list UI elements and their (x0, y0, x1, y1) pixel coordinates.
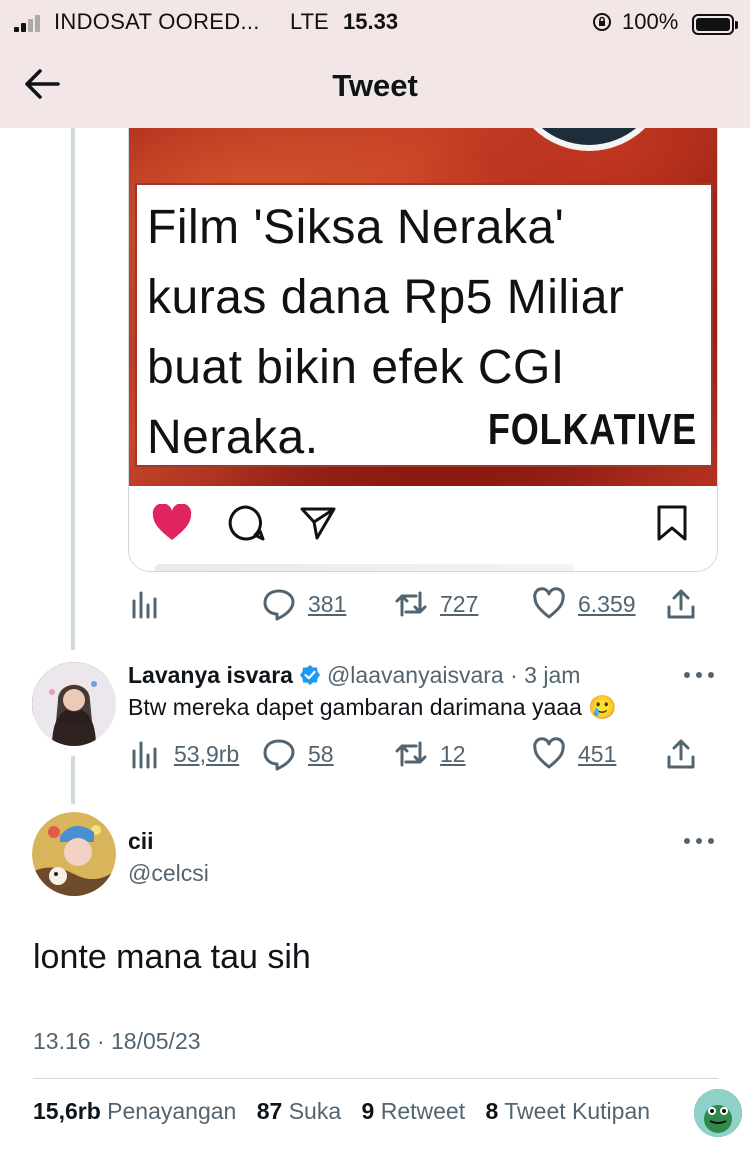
reply-icon (263, 739, 295, 771)
share-button[interactable] (664, 584, 698, 624)
share-send-icon (300, 507, 336, 540)
battery-icon (692, 14, 738, 35)
retweet-icon (395, 591, 427, 617)
share-icon (667, 589, 695, 619)
reply-tweet-actions: 53,9rb 58 12 451 (128, 734, 708, 774)
frog-avatar-icon (694, 1089, 742, 1137)
rotation-lock-icon (593, 13, 611, 31)
divider (33, 1078, 718, 1079)
image-instagram-actions (129, 486, 717, 571)
tweet-stats: 15,6rb Penayangan 87 Suka 9 Retweet 8 Tw… (33, 1098, 650, 1125)
reply-handle-time: @laavanyaisvara · 3 jam (326, 662, 581, 688)
carrier-name: INDOSAT OORED... (54, 9, 260, 34)
status-bar: INDOSAT OORED... LTE 15.33 100% (0, 6, 750, 38)
quotes-stat[interactable]: 8 Tweet Kutipan (486, 1098, 651, 1124)
floating-avatar-button[interactable] (694, 1089, 742, 1137)
share-icon (667, 739, 695, 769)
parent-tweet-actions: 381 727 6.359 (128, 584, 708, 624)
reply-count: 381 (308, 590, 347, 617)
more-options-icon[interactable] (684, 670, 718, 680)
reply-button[interactable]: 381 (262, 584, 346, 624)
views-stat[interactable]: 15,6rb Penayangan (33, 1098, 236, 1124)
analytics-icon (132, 741, 157, 769)
main-author-name[interactable]: cii (128, 828, 154, 855)
avatar-image (32, 662, 116, 746)
thread-line (71, 756, 75, 804)
tweet-media-image[interactable]: Film 'Siksa Neraka' kuras dana Rp5 Milia… (128, 100, 718, 572)
heart-icon (533, 587, 565, 619)
reply-text: Btw mereka dapet gambaran darimana yaaa … (128, 694, 617, 720)
reply-icon (263, 589, 295, 621)
image-quote-box: Film 'Siksa Neraka' kuras dana Rp5 Milia… (135, 183, 713, 467)
reply-button[interactable]: 58 (262, 734, 334, 774)
like-count: 6.359 (578, 590, 636, 617)
retweet-count: 727 (440, 590, 479, 617)
reply-author-name[interactable]: Lavanya isvara (128, 662, 293, 688)
avatar-cii[interactable] (32, 812, 116, 896)
status-time: 15.33 (343, 9, 399, 34)
page-title: Tweet (332, 68, 418, 103)
avatar-image (32, 812, 116, 896)
main-tweet-text: lonte mana tau sih (33, 938, 311, 976)
signal-icon (14, 14, 48, 32)
image-background: Film 'Siksa Neraka' kuras dana Rp5 Milia… (129, 101, 717, 486)
avatar-lavanya[interactable] (32, 662, 116, 746)
main-author-handle[interactable]: @celcsi (128, 860, 209, 887)
image-brand-logo: FOLKATIVE (487, 405, 697, 454)
like-count: 451 (578, 740, 617, 767)
reply-author: Lavanya isvara @laavanyaisvara · 3 jam (128, 662, 580, 689)
bookmark-icon (657, 505, 687, 541)
battery-percent: 100% (622, 9, 679, 34)
retweet-button[interactable]: 12 (394, 734, 466, 774)
top-bar: INDOSAT OORED... LTE 15.33 100% Tweet (0, 0, 750, 128)
like-button[interactable]: 451 (532, 734, 616, 774)
likes-stat[interactable]: 87 Suka (257, 1098, 341, 1124)
analytics-button[interactable] (128, 584, 162, 624)
thread-line (71, 128, 75, 650)
retweet-icon (395, 741, 427, 767)
share-button[interactable] (664, 734, 698, 774)
reply-count: 58 (308, 740, 334, 767)
comment-icon (228, 505, 265, 541)
more-options-icon[interactable] (684, 836, 718, 846)
tweet-timestamp[interactable]: 13.16 · 18/05/23 (33, 1028, 201, 1055)
heart-icon (533, 737, 565, 769)
retweets-stat[interactable]: 9 Retweet (362, 1098, 466, 1124)
analytics-icon (132, 591, 157, 619)
retweet-button[interactable]: 727 (394, 584, 478, 624)
views-button[interactable]: 53,9rb (128, 734, 239, 774)
like-button[interactable]: 6.359 (532, 584, 636, 624)
retweet-count: 12 (440, 740, 466, 767)
verified-badge-icon (299, 665, 320, 685)
network-type: LTE (290, 9, 329, 34)
heart-filled-icon (152, 504, 192, 540)
image-caption-cut (155, 564, 575, 571)
views-count: 53,9rb (174, 740, 240, 767)
